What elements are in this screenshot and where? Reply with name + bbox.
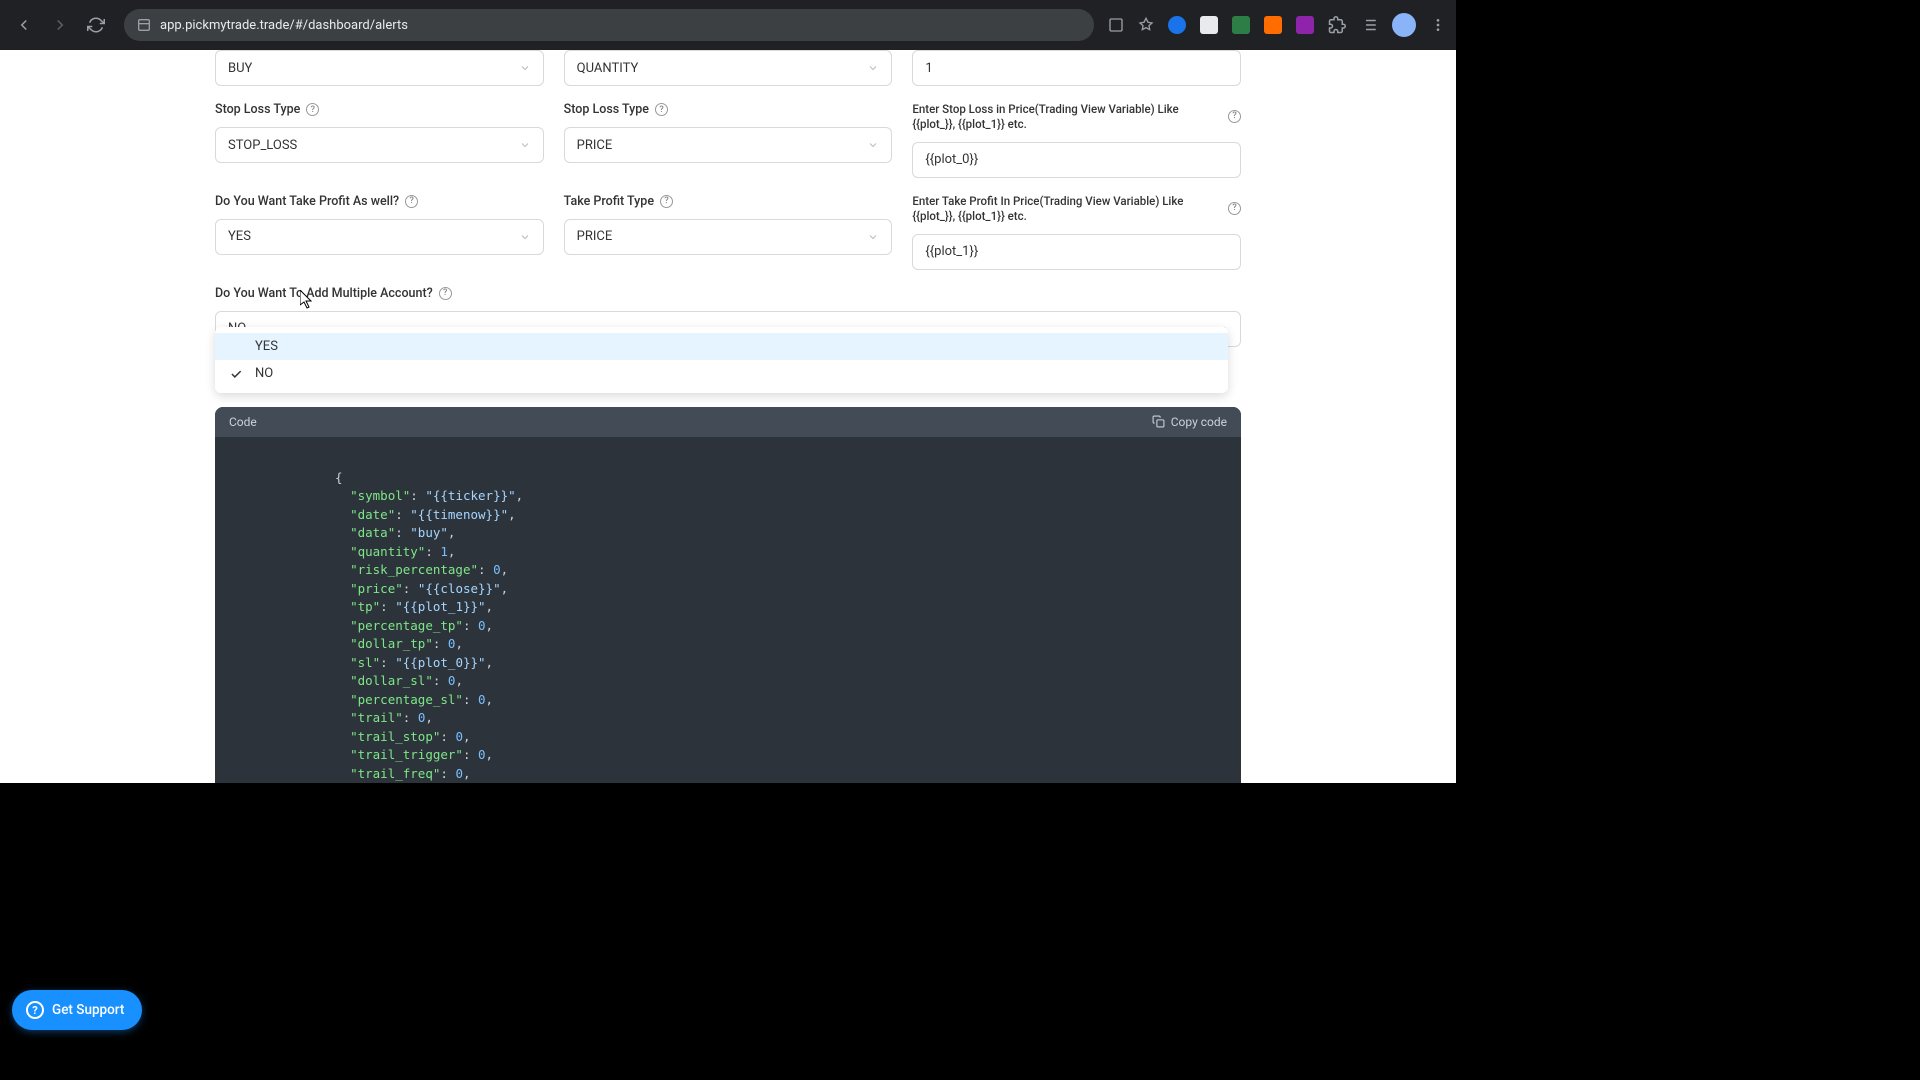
help-icon[interactable]: ? [1228,202,1241,215]
extension-icon[interactable] [1232,16,1250,34]
stop-loss-type-label: Stop Loss Type? [215,102,544,117]
address-bar[interactable]: app.pickmytrade.trade/#/dashboard/alerts [124,9,1094,41]
stop-loss-type2-label: Stop Loss Type? [564,102,893,117]
url-text: app.pickmytrade.trade/#/dashboard/alerts [160,18,408,33]
help-icon[interactable]: ? [660,195,673,208]
site-settings-icon [136,17,152,33]
order-type-value: BUY [228,61,252,76]
chevron-down-icon [519,139,531,151]
browser-toolbar: app.pickmytrade.trade/#/dashboard/alerts [0,0,1456,50]
stop-loss-value-label: Enter Stop Loss in Price(Trading View Va… [912,102,1241,132]
help-icon[interactable]: ? [655,103,668,116]
quantity-type-value: QUANTITY [577,61,639,76]
reload-button[interactable] [82,11,110,39]
chevron-down-icon [519,231,531,243]
chevron-down-icon [867,231,879,243]
extension-icon[interactable] [1200,16,1218,34]
copy-icon [1152,415,1165,428]
check-icon [229,367,243,381]
stop-loss-price-select[interactable]: PRICE [564,127,893,163]
get-support-button[interactable]: ? Get Support [12,990,142,1030]
chevron-down-icon [519,62,531,74]
browser-extensions [1108,13,1446,37]
take-profit-value-label: Enter Take Profit In Price(Trading View … [912,194,1241,224]
take-profit-value-input[interactable]: {{plot_1}} [912,234,1241,270]
forward-button[interactable] [46,11,74,39]
copy-code-button[interactable]: Copy code [1152,415,1227,429]
extension-icon[interactable] [1168,16,1186,34]
code-content[interactable]: { "symbol": "{{ticker}}", "date": "{{tim… [215,437,1241,783]
back-button[interactable] [10,11,38,39]
page-content: BUY QUANTITY 1 Stop Loss Type? STOP_LOSS… [0,50,1456,783]
help-icon[interactable]: ? [1228,110,1241,123]
stop-loss-type-select[interactable]: STOP_LOSS [215,127,544,163]
code-header-label: Code [229,415,257,429]
stop-loss-value-input[interactable]: {{plot_0}} [912,142,1241,178]
extension-icon[interactable] [1264,16,1282,34]
option-yes[interactable]: YES [215,333,1228,360]
order-type-select[interactable]: BUY [215,50,544,86]
profile-avatar[interactable] [1392,13,1416,37]
multiple-account-label: Do You Want To Add Multiple Account?? [215,286,1241,301]
menu-icon[interactable] [1430,17,1446,33]
chevron-down-icon [867,139,879,151]
help-icon[interactable]: ? [439,287,452,300]
quantity-input[interactable]: 1 [912,50,1241,86]
code-block: Code Copy code { "symbol": "{{ticker}}",… [215,407,1241,783]
chevron-down-icon [867,62,879,74]
extension-icon[interactable] [1296,16,1314,34]
take-profit-select[interactable]: YES [215,219,544,255]
cursor-icon [300,290,314,310]
translate-icon[interactable] [1108,17,1124,33]
bookmark-icon[interactable] [1138,17,1154,33]
multiple-account-dropdown: YES NO [215,327,1228,393]
extensions-icon[interactable] [1328,16,1346,34]
option-no[interactable]: NO [215,360,1228,387]
support-icon: ? [26,1001,44,1019]
quantity-type-select[interactable]: QUANTITY [564,50,893,86]
take-profit-type-label: Take Profit Type? [564,194,893,209]
take-profit-label: Do You Want Take Profit As well?? [215,194,544,209]
help-icon[interactable]: ? [306,103,319,116]
help-icon[interactable]: ? [405,195,418,208]
list-icon[interactable] [1360,16,1378,34]
take-profit-type-select[interactable]: PRICE [564,219,893,255]
